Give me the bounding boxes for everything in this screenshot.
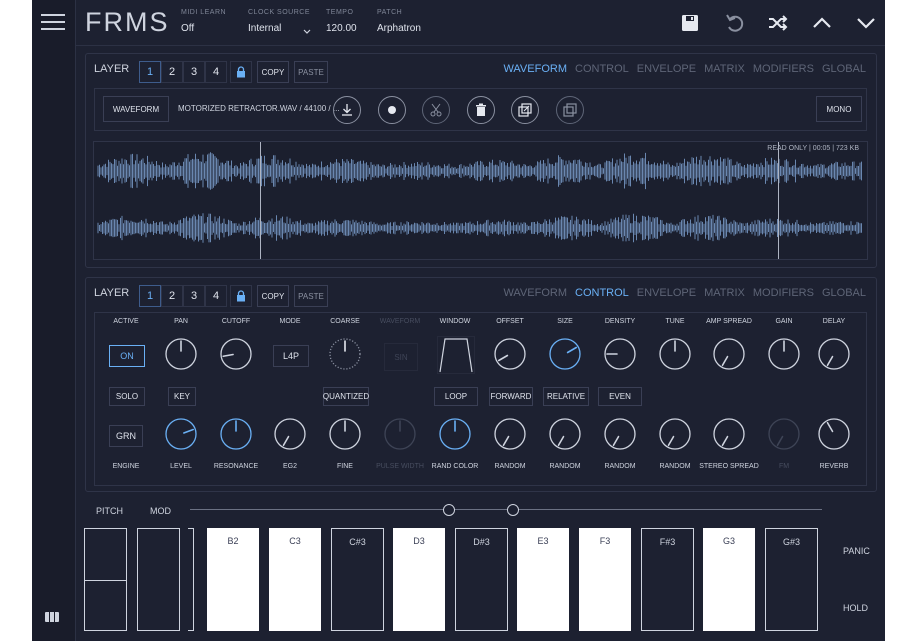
gain-knob[interactable] [766, 336, 802, 372]
random-knob-2[interactable] [547, 416, 583, 452]
level-knob[interactable] [163, 416, 199, 452]
reverb-knob[interactable] [816, 416, 852, 452]
resonance-knob[interactable] [218, 416, 254, 452]
pitch-label: PITCH [96, 506, 123, 516]
key-f3[interactable]: F3 [579, 528, 631, 631]
size-knob[interactable] [547, 336, 583, 372]
key-d3[interactable]: D3 [393, 528, 445, 631]
fine-knob[interactable] [327, 416, 363, 452]
delay-knob[interactable] [816, 336, 852, 372]
key-b2[interactable]: B2 [207, 528, 259, 631]
density-knob[interactable] [602, 336, 638, 372]
key-g-sharp-3[interactable]: G#3 [765, 528, 818, 631]
fm-knob[interactable] [766, 416, 802, 452]
tune-knob[interactable] [657, 336, 693, 372]
key-c3[interactable]: C3 [269, 528, 321, 631]
key-c-sharp-3[interactable]: C#3 [331, 528, 384, 631]
pitch-wheel[interactable] [84, 528, 127, 631]
amp-spread-knob[interactable] [711, 336, 747, 372]
panic-button[interactable]: PANIC [843, 546, 870, 556]
eg2-knob[interactable] [272, 416, 308, 452]
random-knob-3[interactable] [602, 416, 638, 452]
coarse-knob[interactable] [327, 336, 363, 372]
key-g3[interactable]: G3 [703, 528, 755, 631]
stereo-spread-knob[interactable] [711, 416, 747, 452]
range-slider-handle-right[interactable] [507, 504, 519, 516]
app-window: FRMS MIDI LEARN Off CLOCK SOURCE Interna… [32, 0, 885, 641]
mod-label: MOD [150, 506, 171, 516]
hold-button[interactable]: HOLD [843, 603, 868, 613]
random-knob-4[interactable] [657, 416, 693, 452]
key-f-sharp-3[interactable]: F#3 [641, 528, 694, 631]
pulse-width-knob[interactable] [382, 416, 418, 452]
mod-wheel[interactable] [137, 528, 180, 631]
key-edge [188, 528, 194, 631]
random-knob-1[interactable] [492, 416, 528, 452]
key-e3[interactable]: E3 [517, 528, 569, 631]
range-slider-track[interactable] [190, 509, 822, 510]
key-d-sharp-3[interactable]: D#3 [455, 528, 508, 631]
rand-color-knob[interactable] [437, 416, 473, 452]
range-slider-handle-left[interactable] [443, 504, 455, 516]
offset-knob[interactable] [492, 336, 528, 372]
cutoff-knob[interactable] [218, 336, 254, 372]
pan-knob[interactable] [163, 336, 199, 372]
